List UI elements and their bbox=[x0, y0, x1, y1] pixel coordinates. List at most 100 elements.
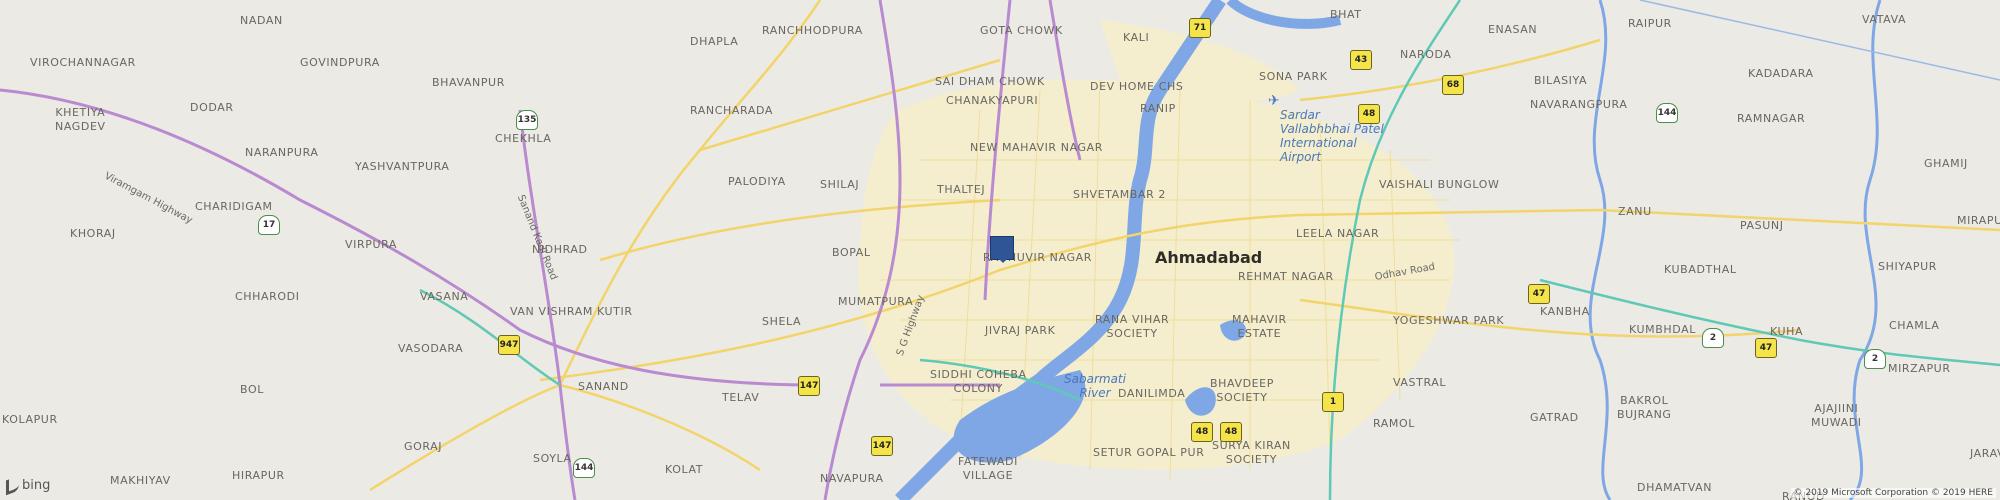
highway-shield-icon: 147 bbox=[871, 436, 893, 456]
map-canvas[interactable]: NADAN GOVINDPURA VIROCHANNAGAR BHAVANPUR DOD… bbox=[0, 0, 2000, 500]
place-label: VATAVA bbox=[1862, 13, 1907, 26]
place-label: NARODA bbox=[1400, 48, 1452, 61]
place-label: VIRPURA bbox=[345, 238, 398, 251]
place-label: REHMAT NAGAR bbox=[1238, 270, 1334, 283]
bing-wordmark: bing bbox=[22, 478, 51, 493]
place-label: KOLAT bbox=[665, 463, 704, 476]
place-label: KUMBHDAL bbox=[1629, 323, 1697, 336]
place-label: RAIPUR bbox=[1628, 17, 1672, 30]
place-label: BAKROL BUJRANG bbox=[1617, 394, 1672, 421]
place-label: KUBADTHAL bbox=[1664, 263, 1737, 276]
place-label: PALODIYA bbox=[728, 175, 786, 188]
place-label: AJAJIINI MUWADI bbox=[1811, 402, 1862, 429]
place-label: PASUNJ bbox=[1740, 219, 1784, 232]
place-label: GOTA CHOWK bbox=[980, 24, 1063, 37]
place-label: CHHARODI bbox=[235, 290, 300, 303]
place-label: SIDDHI COHEBA COLONY bbox=[930, 368, 1027, 395]
highway-shield-icon: 71 bbox=[1189, 18, 1211, 38]
highway-shield-icon: 43 bbox=[1350, 50, 1372, 70]
place-label: CHEKHLA bbox=[495, 132, 552, 145]
highway-shield-icon: 947 bbox=[498, 335, 520, 355]
place-label: BHAT bbox=[1330, 8, 1362, 21]
place-label: TELAV bbox=[722, 391, 760, 404]
place-label: HIRAPUR bbox=[232, 469, 285, 482]
place-label: SONA PARK bbox=[1259, 70, 1328, 83]
place-label: BHAVDEEP SOCIETY bbox=[1210, 377, 1274, 404]
river-branch-north bbox=[1226, 0, 1342, 29]
place-label: DHAMATVAN bbox=[1637, 481, 1713, 494]
city-label: Ahmadabad bbox=[1155, 248, 1263, 267]
place-label: MUMATPURA bbox=[838, 295, 914, 308]
place-label: KADADARA bbox=[1748, 67, 1814, 80]
state-highway-shield-icon: 135 bbox=[516, 110, 538, 130]
place-label: VIROCHANNAGAR bbox=[30, 56, 136, 69]
place-label: YOGESHWAR PARK bbox=[1393, 314, 1505, 327]
place-label: JARAV bbox=[1970, 447, 2000, 460]
place-label: NADAN bbox=[240, 14, 283, 27]
place-label: YASHVANTPURA bbox=[355, 160, 450, 173]
place-label: SANAND bbox=[578, 380, 629, 393]
place-label: RAMOL bbox=[1373, 417, 1415, 430]
place-label: RANCHARADA bbox=[690, 104, 773, 117]
bing-logo[interactable]: bing bbox=[6, 475, 51, 496]
place-label: SHILAJ bbox=[820, 178, 860, 191]
highway-shield-icon: 48 bbox=[1358, 104, 1380, 124]
place-label: VASANA bbox=[420, 290, 469, 303]
place-label: SHELA bbox=[762, 315, 802, 328]
place-label: MIRAPUR bbox=[1957, 214, 2000, 227]
place-label: RANCHHODPURA bbox=[762, 24, 863, 37]
place-label: BOL bbox=[240, 383, 264, 396]
place-label: KHORAJ bbox=[70, 227, 116, 240]
highway-shield-icon: 47 bbox=[1528, 284, 1550, 304]
place-label: KHETIYA NAGDEV bbox=[55, 106, 106, 133]
place-label: KANBHA bbox=[1540, 305, 1590, 318]
place-label: RANIP bbox=[1140, 102, 1176, 115]
state-highway-shield-icon: 17 bbox=[258, 215, 280, 235]
place-label: NARANPURA bbox=[245, 146, 319, 159]
place-label: NAVAPURA bbox=[820, 472, 884, 485]
place-label: FATEWADI VILLAGE bbox=[958, 455, 1018, 482]
highway-shield-icon: 147 bbox=[798, 376, 820, 396]
place-label: NAVARANGPURA bbox=[1530, 98, 1628, 111]
place-label: BOPAL bbox=[832, 246, 871, 259]
place-label: KOLAPUR bbox=[2, 413, 58, 426]
highway-shield-icon: 47 bbox=[1755, 338, 1777, 358]
place-label: MIRZAPUR bbox=[1888, 362, 1951, 375]
highway-shield-icon: 68 bbox=[1442, 75, 1464, 95]
place-label: NEW MAHAVIR NAGAR bbox=[970, 141, 1104, 154]
place-label: SHVETAMBAR 2 bbox=[1073, 188, 1167, 201]
place-label: RANA VIHAR SOCIETY bbox=[1095, 313, 1170, 340]
place-label: SETUR GOPAL PUR bbox=[1093, 446, 1205, 459]
river-label: Sabarmati River bbox=[1064, 372, 1126, 400]
place-label: GHAMIJ bbox=[1924, 157, 1968, 170]
place-label: VAISHALI BUNGLOW bbox=[1379, 178, 1500, 191]
place-label: BILASIYA bbox=[1534, 74, 1588, 87]
place-label: CHARIDIGAM bbox=[195, 200, 273, 213]
place-label: GOVINDPURA bbox=[300, 56, 380, 69]
location-marker-icon[interactable] bbox=[990, 236, 1014, 263]
place-label: KALI bbox=[1123, 31, 1150, 44]
place-label: MAHAVIR ESTATE bbox=[1232, 313, 1287, 340]
place-label: SOYLA bbox=[533, 452, 572, 465]
place-label: JIVRAJ PARK bbox=[985, 324, 1056, 337]
place-label: DEV HOME CHS bbox=[1090, 80, 1184, 93]
place-label: SURYA KIRAN SOCIETY bbox=[1212, 439, 1291, 466]
state-highway-shield-icon: 2 bbox=[1702, 328, 1724, 348]
place-label: SAI DHAM CHOWK bbox=[935, 75, 1045, 88]
place-label: SHIYAPUR bbox=[1878, 260, 1938, 273]
place-label: GATRAD bbox=[1530, 411, 1579, 424]
bing-b-icon bbox=[6, 475, 19, 496]
river-east-1 bbox=[1588, 0, 1612, 500]
state-highway-shield-icon: 144 bbox=[573, 458, 595, 478]
place-label: GORAJ bbox=[404, 440, 443, 453]
state-highway-shield-icon: 2 bbox=[1864, 349, 1886, 369]
map-copyright: © 2019 Microsoft Corporation © 2019 HERE bbox=[1790, 488, 1996, 498]
place-label: THALTEJ bbox=[937, 183, 986, 196]
highway-shield-icon: 48 bbox=[1220, 422, 1242, 442]
place-label: KUHA bbox=[1770, 325, 1804, 338]
place-label: DHAPLA bbox=[690, 35, 739, 48]
highway-shield-icon: 48 bbox=[1191, 422, 1213, 442]
place-label: ENASAN bbox=[1488, 23, 1538, 36]
state-highway-shield-icon: 144 bbox=[1656, 103, 1678, 123]
place-label: LEELA NAGAR bbox=[1296, 227, 1380, 240]
